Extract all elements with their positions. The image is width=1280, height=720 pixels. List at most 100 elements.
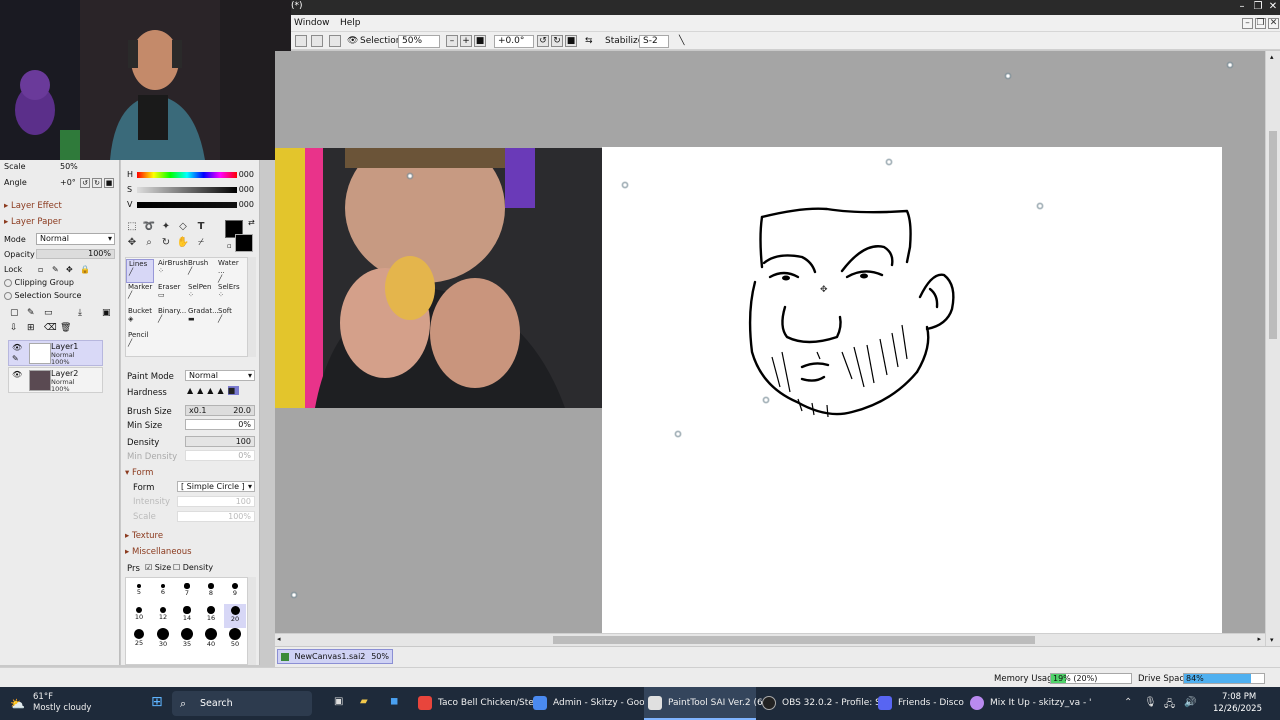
rotation-select[interactable]: +0.0° bbox=[494, 35, 534, 48]
texture-section-toggle[interactable]: ▸ Texture bbox=[125, 531, 163, 541]
doc-restore-icon[interactable]: ❐ bbox=[1255, 18, 1266, 29]
scroll-up-icon[interactable]: ▴ bbox=[1270, 53, 1274, 61]
magic-wand-icon[interactable]: ✦ bbox=[159, 220, 173, 234]
stabilizer-select[interactable]: S-2 bbox=[639, 35, 669, 48]
file-explorer-icon[interactable]: ▰ bbox=[360, 696, 368, 707]
brush-binary[interactable]: Binary... ╱ bbox=[156, 307, 186, 331]
scroll-left-icon[interactable]: ◂ bbox=[277, 635, 281, 643]
saturation-slider[interactable] bbox=[137, 187, 237, 193]
rotate-ccw-button[interactable]: ↺ bbox=[537, 35, 549, 47]
layer-paper-section[interactable]: ▸ Layer Paper bbox=[4, 217, 61, 227]
hand-tool-icon[interactable]: ✋ bbox=[176, 236, 190, 250]
brush-water[interactable]: Water ... ╱ bbox=[216, 259, 244, 283]
secondary-color-swatch[interactable] bbox=[235, 234, 253, 252]
brush-size-preset[interactable]: 10 bbox=[128, 604, 150, 628]
microphone-icon[interactable]: 🎙 bbox=[1144, 697, 1157, 708]
brush-size-preset[interactable]: 35 bbox=[176, 628, 198, 652]
new-layer-icon[interactable]: ▢ bbox=[10, 308, 19, 318]
weather-widget[interactable]: ⛅ 61°F Mostly cloudy bbox=[8, 687, 98, 720]
transparent-color-icon[interactable]: ▫ bbox=[227, 242, 232, 250]
clear-layer-icon[interactable]: ⌫ bbox=[44, 323, 57, 333]
taskbar-search[interactable]: ⌕ Search bbox=[172, 691, 312, 716]
hue-slider[interactable] bbox=[137, 172, 237, 178]
clipping-group-row[interactable]: Clipping Group bbox=[4, 278, 74, 287]
rotate-tool-icon[interactable]: ↻ bbox=[159, 236, 173, 250]
doc-close-icon[interactable]: ✕ bbox=[1268, 18, 1279, 29]
selection-toggle-label[interactable]: Selection bbox=[360, 36, 401, 46]
brush-size-preset[interactable]: 9 bbox=[224, 580, 246, 604]
deselect-button[interactable] bbox=[295, 35, 307, 47]
brush-size-preset[interactable]: 30 bbox=[152, 628, 174, 652]
taskbar-chrome-2[interactable]: Admin - Skitzy - Goog bbox=[533, 687, 650, 720]
lock-move-icon[interactable]: ✥ bbox=[66, 265, 73, 274]
scroll-right-icon[interactable]: ▸ bbox=[1257, 635, 1261, 643]
brush-soft[interactable]: Soft ╱ bbox=[216, 307, 244, 331]
lasso-icon[interactable]: ➰ bbox=[142, 220, 156, 234]
visibility-eye-icon[interactable]: 👁 bbox=[12, 370, 22, 379]
layer-item-layer2[interactable]: 👁 Layer2 Normal 100% bbox=[8, 367, 103, 393]
brush-size-preset[interactable]: 12 bbox=[152, 604, 174, 628]
brush-pencil[interactable]: Pencil ╱ bbox=[126, 331, 154, 355]
straight-line-icon[interactable]: ╲ bbox=[679, 36, 684, 46]
brush-size-preset[interactable]: 7 bbox=[176, 580, 198, 604]
zoom-reset-button[interactable]: ■ bbox=[474, 35, 486, 47]
move-tool-icon[interactable]: ✥ bbox=[125, 236, 139, 250]
lock-transparency-icon[interactable]: ▫ bbox=[38, 265, 43, 274]
invert-selection-button[interactable] bbox=[311, 35, 323, 47]
selection-source-row[interactable]: Selection Source bbox=[4, 291, 81, 300]
taskbar-discord[interactable]: Friends - Discord bbox=[878, 687, 964, 720]
paint-mode-select[interactable]: Normal ▾ bbox=[185, 370, 255, 381]
doc-minimize-icon[interactable]: – bbox=[1242, 18, 1253, 29]
selection-source-checkbox[interactable] bbox=[4, 291, 12, 300]
task-view-icon[interactable]: ▣ bbox=[334, 696, 343, 707]
taskbar-obs[interactable]: OBS 32.0.2 - Profile: St bbox=[762, 687, 884, 720]
brush-brush[interactable]: Brush ╱ bbox=[186, 259, 214, 283]
menu-window[interactable]: Window bbox=[294, 18, 330, 28]
brush-airbrush[interactable]: AirBrush ⁘ bbox=[156, 259, 188, 283]
new-folder-icon[interactable]: ▭ bbox=[44, 308, 53, 318]
rotate-reset-button[interactable]: ■ bbox=[565, 35, 577, 47]
brush-size-preset[interactable]: 16 bbox=[200, 604, 222, 628]
rotate-right-icon[interactable]: ↻ bbox=[92, 178, 102, 188]
document-tab[interactable]: NewCanvas1.sai2 50% bbox=[277, 649, 393, 664]
brush-size-preset[interactable]: 20 bbox=[224, 604, 246, 628]
vertical-scrollbar[interactable]: ▴ ▾ bbox=[1265, 51, 1280, 646]
merge-down-icon[interactable]: ⇩ bbox=[10, 323, 18, 333]
new-linework-layer-icon[interactable]: ✎ bbox=[27, 308, 35, 318]
chevron-up-icon[interactable]: ⌃ bbox=[1124, 697, 1132, 708]
nav-angle-value[interactable]: +0° bbox=[60, 178, 76, 187]
restore-icon[interactable]: ❐ bbox=[1252, 1, 1264, 13]
drawing-paper[interactable]: ✥ bbox=[602, 147, 1222, 633]
hide-selection-button[interactable] bbox=[329, 35, 341, 47]
misc-section-toggle[interactable]: ▸ Miscellaneous bbox=[125, 547, 192, 557]
size-presets-scrollbar[interactable] bbox=[248, 577, 256, 665]
intensity-slider[interactable]: 100 bbox=[177, 496, 255, 507]
rotate-cw-button[interactable]: ↻ bbox=[551, 35, 563, 47]
brush-size-preset[interactable]: 14 bbox=[176, 604, 198, 628]
opacity-slider[interactable]: 100% bbox=[36, 249, 115, 259]
taskbar-mixitup[interactable]: Mix It Up - skitzy_va - ' bbox=[970, 687, 1092, 720]
layer-mask-icon[interactable]: ▣ bbox=[102, 308, 111, 318]
brush-size-slider[interactable]: x0.1 20.0 bbox=[185, 405, 255, 416]
brush-size-preset[interactable]: 25 bbox=[128, 628, 150, 652]
blend-mode-select[interactable]: Normal ▾ bbox=[36, 233, 115, 245]
taskbar-painttool-sai[interactable]: PaintTool SAI Ver.2 (64 bbox=[644, 687, 768, 720]
brush-eraser[interactable]: Eraser ▭ bbox=[156, 283, 184, 307]
network-icon[interactable]: 🖧 bbox=[1164, 697, 1175, 714]
zoom-in-button[interactable]: + bbox=[460, 35, 472, 47]
brush-size-preset[interactable]: 50 bbox=[224, 628, 246, 652]
volume-icon[interactable]: 🔊 bbox=[1184, 697, 1196, 708]
value-slider[interactable] bbox=[137, 202, 237, 208]
brush-marker[interactable]: Marker ╱ bbox=[126, 283, 154, 307]
reset-angle-icon[interactable]: ■ bbox=[104, 178, 114, 188]
density-slider[interactable]: 100 bbox=[185, 436, 255, 447]
add-layer-icon[interactable]: ⊞ bbox=[27, 323, 35, 333]
zoom-select[interactable]: 50% bbox=[398, 35, 440, 48]
brush-size-preset[interactable]: 8 bbox=[200, 580, 222, 604]
brush-selers[interactable]: SelErs ⁘ bbox=[216, 283, 244, 307]
horizontal-scroll-thumb[interactable] bbox=[553, 636, 1035, 644]
pressure-density-checkbox[interactable]: ☐ Density bbox=[173, 563, 213, 572]
layer-item-layer1[interactable]: 👁 ✎ Layer1 Normal 100% bbox=[8, 340, 103, 366]
brush-size-preset[interactable]: 40 bbox=[200, 628, 222, 652]
zoom-out-button[interactable]: – bbox=[446, 35, 458, 47]
